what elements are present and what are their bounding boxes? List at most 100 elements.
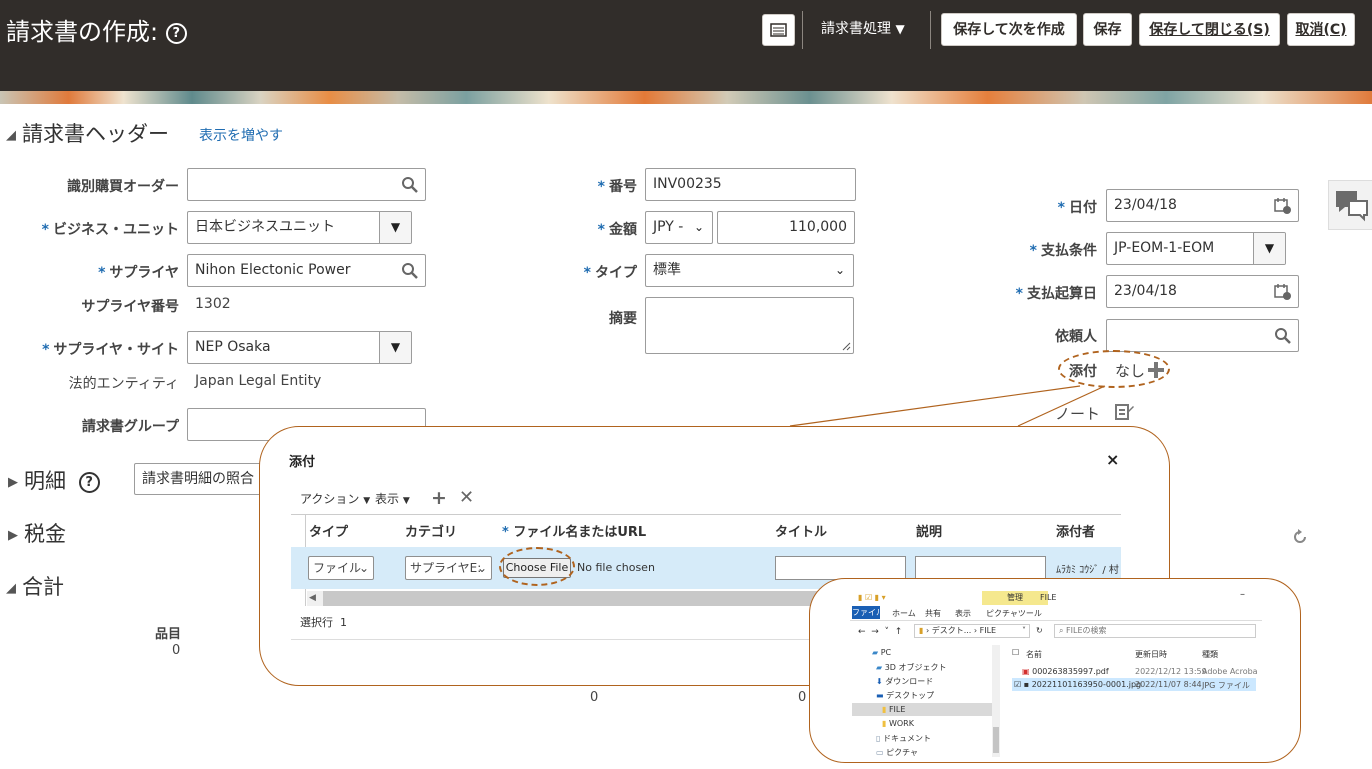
amount-input[interactable]: 110,000 [717, 211, 855, 244]
save-and-close-button[interactable]: 保存して閉じる(S) [1139, 13, 1280, 46]
terms-date-value: 23/04/18 [1114, 283, 1177, 299]
currency-value: JPY - [653, 219, 684, 235]
tree-scrollbar-thumb[interactable] [993, 727, 999, 753]
cancel-button[interactable]: 取消(C) [1287, 13, 1355, 46]
page-title-text: 請求書の作成: [6, 18, 159, 46]
select-all-checkbox[interactable]: ☐ [1012, 648, 1019, 657]
header-type[interactable]: 種類 [1202, 649, 1218, 660]
resize-handle-icon[interactable] [841, 341, 851, 351]
lines-section[interactable]: ▶ 明細 ? [8, 465, 100, 495]
header-modified[interactable]: 更新日時 [1135, 649, 1167, 660]
save-and-create-next-button[interactable]: 保存して次を作成 [941, 13, 1077, 46]
invoice-number-input[interactable]: INV00235 [645, 168, 856, 201]
view-menu[interactable]: 表示 ▼ [375, 490, 410, 507]
taxes-title: 税金 [24, 522, 66, 546]
address-bar[interactable]: ▮ › デスクト... › FILE ˅ [914, 624, 1030, 638]
dialog-title: 添付 [289, 455, 316, 470]
supplier-number-value: 1302 [195, 296, 231, 312]
ribbon-tab-picture-tools[interactable]: ピクチャツール [986, 608, 1042, 619]
tree-selection-highlight [852, 703, 992, 716]
terms-date-input[interactable]: 23/04/18 [1106, 275, 1299, 308]
view-toggle-button[interactable] [762, 14, 795, 46]
selected-rows-value: 1 [340, 616, 347, 629]
attachment-category-select[interactable]: サプライヤE: ⌄ [405, 556, 492, 580]
ribbon-tab-home[interactable]: ホーム [892, 608, 916, 619]
help-icon[interactable]: ? [78, 471, 100, 493]
delete-icon[interactable]: ✕ [459, 487, 474, 508]
manage-tab[interactable]: 管理 [982, 591, 1048, 605]
help-icon[interactable]: ? [165, 22, 187, 44]
refresh-icon[interactable]: ↻ [1036, 626, 1043, 635]
edit-note-icon[interactable] [1115, 402, 1135, 421]
ribbon-tab-share[interactable]: 共有 [925, 608, 941, 619]
comments-panel-tab[interactable] [1328, 180, 1372, 230]
search-icon[interactable] [1274, 327, 1292, 345]
calendar-icon[interactable] [1274, 283, 1292, 301]
supplier-site-select[interactable]: NEP Osaka ▼ [187, 331, 412, 364]
save-button[interactable]: 保存 [1083, 13, 1132, 46]
close-icon[interactable]: × [1106, 450, 1119, 469]
tree-item-documents[interactable]: ▯ ドキュメント [876, 733, 931, 744]
expand-triangle-icon: ▶ [8, 527, 18, 543]
business-unit-label: * ビジネス・ユニット [41, 222, 179, 238]
tree-item-3d-objects[interactable]: ▰ 3D オブジェクト [876, 662, 947, 673]
file-row[interactable]: ▣ 000263835997.pdf [1022, 667, 1109, 676]
dropdown-arrow-icon[interactable]: ▼ [1253, 233, 1285, 264]
file-type: JPG ファイル [1202, 681, 1250, 690]
column-header-title[interactable]: タイトル [775, 521, 827, 540]
refresh-icon[interactable] [1290, 527, 1310, 547]
amount-label: * 金額 [597, 222, 637, 238]
header-name[interactable]: 名前 [1026, 649, 1042, 660]
dropdown-arrow-icon[interactable]: ▼ [379, 332, 411, 363]
column-header-description[interactable]: 説明 [916, 521, 942, 540]
file-row[interactable]: ☑ ▪ 20221101163950-0001.jpg [1014, 680, 1141, 689]
tree-item-downloads[interactable]: ⬇ ダウンロード [876, 676, 933, 687]
dropdown-arrow-icon[interactable]: ▼ [379, 212, 411, 243]
attachment-description-input[interactable] [915, 556, 1046, 580]
po-search-input[interactable] [187, 168, 426, 201]
search-box[interactable]: ⌕ FILEの検索 [1054, 624, 1256, 638]
file-modified: 2022/11/07 8:44 [1135, 680, 1202, 689]
actions-menu[interactable]: アクション ▼ [300, 490, 370, 507]
search-icon[interactable] [401, 262, 419, 280]
show-more-link[interactable]: 表示を増やす [199, 125, 283, 145]
scroll-left-arrow-icon[interactable]: ◀ [309, 591, 316, 606]
requester-input[interactable] [1106, 319, 1299, 352]
taxes-section[interactable]: ▶ 税金 [8, 518, 66, 548]
toolbar-divider [930, 11, 931, 49]
tree-item-pictures[interactable]: ▭ ピクチャ [876, 747, 918, 758]
currency-select[interactable]: JPY - ⌄ [645, 211, 713, 244]
ribbon-tab-file[interactable]: ファイル [852, 606, 884, 619]
actions-menu-label: アクション [300, 492, 360, 506]
calendar-icon[interactable] [1274, 197, 1292, 215]
attachment-title-input[interactable] [775, 556, 906, 580]
tree-item-work[interactable]: ▮ WORK [882, 719, 914, 728]
tree-item-pc[interactable]: ▰ PC [872, 648, 891, 657]
tree-item-desktop[interactable]: ▬ デスクトップ [876, 690, 934, 701]
invoice-type-select[interactable]: 標準 ⌄ [645, 254, 854, 287]
description-textarea[interactable] [645, 297, 854, 354]
column-header-attached-by[interactable]: 添付者 [1056, 521, 1095, 540]
ribbon-tab-view[interactable]: 表示 [955, 608, 971, 619]
search-icon[interactable] [401, 176, 419, 194]
scrollbar-thumb[interactable] [323, 591, 821, 606]
minimize-icon[interactable]: – [1240, 589, 1245, 600]
line-match-select[interactable]: 請求書明細の照合 [134, 463, 264, 495]
invoice-date-input[interactable]: 23/04/18 [1106, 189, 1299, 222]
invoice-header-section[interactable]: ◢ 請求書ヘッダー [6, 118, 169, 148]
totals-section[interactable]: ◢ 合計 [6, 571, 64, 601]
collapse-triangle-icon: ◢ [6, 127, 16, 143]
add-icon[interactable]: + [431, 487, 447, 509]
business-unit-select[interactable]: 日本ビジネスユニット ▼ [187, 211, 412, 244]
column-header-file[interactable]: * ファイル名またはURL [502, 521, 646, 540]
nav-arrows[interactable]: ← → ˅ ↑ [858, 627, 902, 637]
tree-scrollbar[interactable] [992, 645, 1000, 757]
payment-terms-select[interactable]: JP-EOM-1-EOM ▼ [1106, 232, 1286, 265]
supplier-input[interactable]: Nihon Electonic Power [187, 254, 426, 287]
attachment-type-select[interactable]: ファイル ⌄ [308, 556, 374, 580]
column-header-category[interactable]: カテゴリ [405, 521, 457, 540]
invoice-actions-menu[interactable]: 請求書処理 ▼ [821, 13, 905, 46]
quick-access-toolbar[interactable]: ▮ ☑ ▮ ▾ [858, 593, 886, 602]
column-header-type[interactable]: タイプ [309, 521, 348, 540]
tree-item-file[interactable]: ▮ FILE [882, 705, 905, 714]
